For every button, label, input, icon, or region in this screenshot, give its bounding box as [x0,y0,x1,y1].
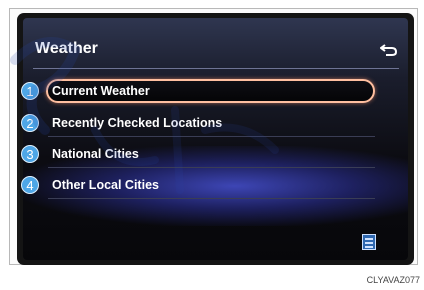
row-divider [48,167,375,168]
menu-item-current-weather[interactable]: Current Weather [46,79,375,103]
menu-item-recently-checked-locations[interactable]: Recently Checked Locations [46,111,375,135]
menu-number-badge: 1 [21,82,39,100]
screen-title: Weather [35,40,98,57]
menu-item-national-cities[interactable]: National Cities [46,142,375,166]
title-divider [33,68,399,69]
row-divider [48,136,375,137]
row-divider [48,198,375,199]
menu-number-badge: 2 [21,114,39,132]
weather-provider-logo-icon [362,234,376,250]
back-arrow-icon[interactable] [379,43,398,57]
figure-code: CLYAVAZ077 [366,275,420,285]
menu-item-other-local-cities[interactable]: Other Local Cities [46,173,375,197]
menu-number-badge: 4 [21,176,39,194]
menu-number-badge: 3 [21,145,39,163]
